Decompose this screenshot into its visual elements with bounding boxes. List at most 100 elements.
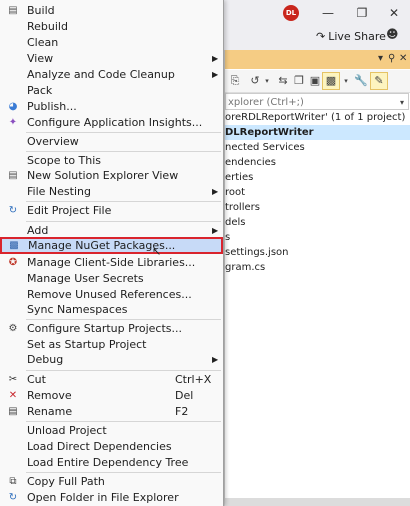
sync-icon[interactable]: ⇆ bbox=[275, 73, 291, 89]
tree-item[interactable]: dels bbox=[225, 215, 410, 230]
properties-wrench-icon[interactable]: 🔧 bbox=[353, 73, 369, 89]
menu-label: Open Folder in File Explorer bbox=[27, 491, 179, 504]
menu-item-sync-namespaces[interactable]: Sync Namespaces bbox=[1, 302, 222, 318]
libraries-icon: ✪ bbox=[8, 257, 18, 268]
menu-item-remove-unused-references[interactable]: Remove Unused References... bbox=[1, 287, 222, 303]
menu-item-publish[interactable]: ◕ Publish... bbox=[1, 99, 222, 115]
menu-label: Load Direct Dependencies bbox=[27, 440, 172, 453]
submenu-arrow-icon: ▶ bbox=[212, 187, 219, 196]
menu-item-pack[interactable]: Pack bbox=[1, 83, 222, 99]
menu-item-remove[interactable]: ✕ Remove Del bbox=[1, 388, 222, 404]
search-dropdown-icon[interactable]: ▾ bbox=[400, 94, 404, 111]
menu-label: Manage Client-Side Libraries... bbox=[27, 256, 196, 269]
refresh-icon: ↻ bbox=[8, 492, 18, 503]
tree-item[interactable]: settings.json bbox=[225, 245, 410, 260]
menu-label: Unload Project bbox=[27, 424, 107, 437]
menu-label: Rename bbox=[27, 405, 73, 418]
remove-icon: ✕ bbox=[8, 390, 18, 401]
history-dropdown-icon[interactable]: ▾ bbox=[259, 73, 275, 89]
tree-item[interactable]: s bbox=[225, 230, 410, 245]
menu-label: File Nesting bbox=[27, 185, 91, 198]
menu-item-clean[interactable]: Clean bbox=[1, 35, 222, 51]
menu-item-copy-full-path[interactable]: ⧉ Copy Full Path bbox=[1, 474, 222, 490]
cut-icon: ✂ bbox=[8, 374, 18, 385]
home-icon[interactable]: ⎘ bbox=[227, 73, 243, 89]
avatar[interactable]: DL bbox=[283, 5, 299, 21]
tree-item[interactable]: endencies bbox=[225, 155, 410, 170]
menu-separator bbox=[26, 221, 221, 222]
new-view-icon: ▤ bbox=[8, 170, 18, 181]
menu-item-manage-user-secrets[interactable]: Manage User Secrets bbox=[1, 271, 222, 287]
pin-icon[interactable]: ⚲ bbox=[388, 53, 395, 64]
tree-project-node[interactable]: DLReportWriter bbox=[225, 125, 410, 140]
context-menu: ▤ Build Rebuild Clean View ▶ Analyze and… bbox=[0, 0, 224, 506]
search-placeholder: xplorer (Ctrl+;) bbox=[228, 97, 304, 108]
close-panel-icon[interactable]: ✕ bbox=[399, 53, 407, 64]
menu-label: Rebuild bbox=[27, 20, 68, 33]
menu-item-cut[interactable]: ✂ Cut Ctrl+X bbox=[1, 372, 222, 388]
menu-item-configure-application-insights[interactable]: ✦ Configure Application Insights... bbox=[1, 115, 222, 131]
filter-dropdown-icon[interactable]: ▾ bbox=[338, 73, 354, 89]
minimize-icon[interactable]: — bbox=[318, 4, 338, 22]
menu-label: Manage User Secrets bbox=[27, 272, 144, 285]
edit-icon: ↻ bbox=[8, 205, 18, 216]
tree-item[interactable]: trollers bbox=[225, 200, 410, 215]
dropdown-icon[interactable]: ▾ bbox=[378, 53, 383, 64]
menu-item-set-as-startup-project[interactable]: Set as Startup Project bbox=[1, 337, 222, 353]
menu-item-manage-client-side-libraries[interactable]: ✪ Manage Client-Side Libraries... bbox=[1, 255, 222, 271]
menu-item-scope-to-this[interactable]: Scope to This bbox=[1, 153, 222, 169]
build-icon: ▤ bbox=[8, 5, 18, 16]
menu-label: Clean bbox=[27, 36, 59, 49]
menu-shortcut: F2 bbox=[175, 405, 189, 418]
menu-item-new-solution-explorer-view[interactable]: ▤ New Solution Explorer View bbox=[1, 168, 222, 184]
menu-item-configure-startup-projects[interactable]: ⚙ Configure Startup Projects... bbox=[1, 321, 222, 337]
tree-solution-node[interactable]: oreRDLReportWriter' (1 of 1 project) bbox=[225, 110, 410, 125]
menu-label: Set as Startup Project bbox=[27, 338, 147, 351]
tree-item[interactable]: nected Services bbox=[225, 140, 410, 155]
menu-item-view[interactable]: View ▶ bbox=[1, 51, 222, 67]
menu-separator bbox=[26, 132, 221, 133]
menu-item-load-direct-dependencies[interactable]: Load Direct Dependencies bbox=[1, 439, 222, 455]
preview-icon[interactable]: ✎ bbox=[370, 72, 388, 90]
close-icon[interactable]: ✕ bbox=[384, 4, 404, 22]
menu-separator bbox=[26, 151, 221, 152]
menu-item-load-entire-dependency-tree[interactable]: Load Entire Dependency Tree bbox=[1, 455, 222, 471]
insights-icon: ✦ bbox=[8, 117, 18, 128]
menu-separator bbox=[26, 421, 221, 422]
feedback-icon[interactable]: ☻ bbox=[386, 27, 399, 41]
publish-icon: ◕ bbox=[8, 101, 18, 112]
menu-label: Build bbox=[27, 4, 55, 17]
copy-icon: ⧉ bbox=[9, 476, 17, 487]
menu-item-manage-nuget-packages[interactable]: ▩ Manage NuGet Packages... bbox=[0, 237, 223, 254]
menu-item-open-folder-in-file-explorer[interactable]: ↻ Open Folder in File Explorer bbox=[1, 490, 222, 506]
menu-shortcut: Del bbox=[175, 389, 194, 402]
tree-item[interactable]: gram.cs bbox=[225, 260, 410, 275]
menu-label: Load Entire Dependency Tree bbox=[27, 456, 189, 469]
menu-item-debug[interactable]: Debug ▶ bbox=[1, 352, 222, 368]
menu-item-build[interactable]: ▤ Build bbox=[1, 3, 222, 19]
live-share-button[interactable]: ↷ Live Share bbox=[316, 30, 386, 43]
solution-explorer-toolbar: ⎘ ↺ ▾ ⇆ ❐ ▣ ▩ ▾ 🔧 ✎ bbox=[225, 70, 410, 93]
menu-shortcut: Ctrl+X bbox=[175, 373, 212, 386]
menu-item-rename[interactable]: ▤ Rename F2 bbox=[1, 404, 222, 420]
menu-label: Overview bbox=[27, 135, 79, 148]
menu-item-analyze-and-code-cleanup[interactable]: Analyze and Code Cleanup ▶ bbox=[1, 67, 222, 83]
show-all-files-icon[interactable]: ▣ bbox=[307, 73, 323, 89]
menu-label: Publish... bbox=[27, 100, 77, 113]
tree-item[interactable]: erties bbox=[225, 170, 410, 185]
menu-label: Configure Startup Projects... bbox=[27, 322, 182, 335]
rename-icon: ▤ bbox=[8, 406, 18, 417]
restore-icon[interactable]: ❐ bbox=[352, 4, 372, 22]
tree-item[interactable]: root bbox=[225, 185, 410, 200]
collapse-icon[interactable]: ❐ bbox=[291, 73, 307, 89]
menu-item-rebuild[interactable]: Rebuild bbox=[1, 19, 222, 35]
submenu-arrow-icon: ▶ bbox=[212, 355, 219, 364]
menu-item-unload-project[interactable]: Unload Project bbox=[1, 423, 222, 439]
menu-item-edit-project-file[interactable]: ↻ Edit Project File bbox=[1, 203, 222, 219]
menu-label: Pack bbox=[27, 84, 53, 97]
menu-item-file-nesting[interactable]: File Nesting ▶ bbox=[1, 184, 222, 200]
menu-item-overview[interactable]: Overview bbox=[1, 134, 222, 150]
menu-label: Debug bbox=[27, 353, 64, 366]
solution-search-input[interactable]: xplorer (Ctrl+;) ▾ bbox=[225, 93, 409, 110]
mouse-cursor-icon: ↖ bbox=[152, 245, 162, 258]
